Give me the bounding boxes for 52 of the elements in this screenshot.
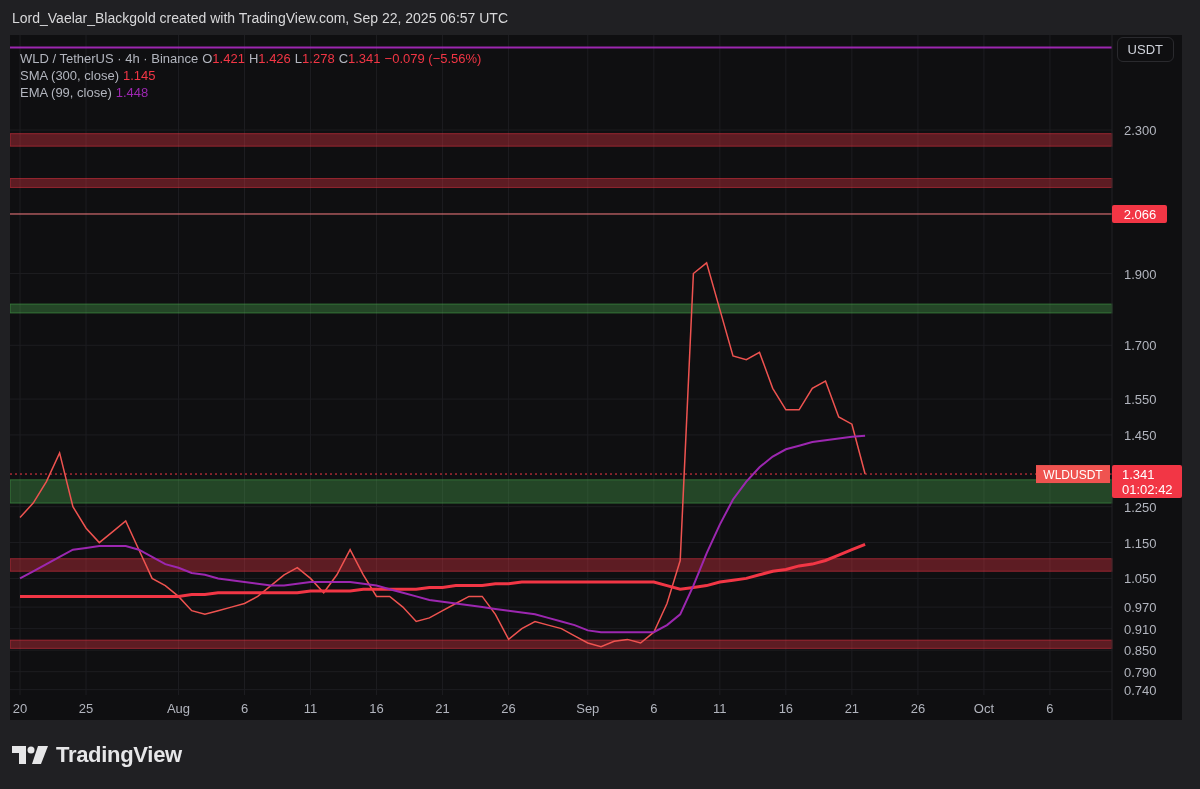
axis-label: Sep bbox=[576, 701, 600, 716]
currency-button[interactable]: USDT bbox=[1116, 37, 1174, 62]
axis-label: Aug bbox=[166, 701, 191, 716]
axis-label: 1.150 bbox=[1124, 535, 1157, 551]
axis-label: 1.450 bbox=[1124, 427, 1157, 443]
price-label: 2.066 bbox=[1112, 205, 1167, 223]
axis-label: 1.900 bbox=[1124, 266, 1157, 282]
axis-label: 6 bbox=[1046, 701, 1054, 716]
axis-label: 0.910 bbox=[1124, 621, 1157, 637]
axis-label: 20 bbox=[12, 701, 28, 716]
logo-icon bbox=[12, 745, 48, 764]
axis-label: 0.850 bbox=[1124, 643, 1157, 659]
ohlc-key: O bbox=[202, 51, 213, 67]
axis-label: 21 bbox=[435, 701, 450, 716]
ohlc-value: 1.341 bbox=[348, 51, 381, 67]
axis-label: 6 bbox=[240, 701, 249, 716]
chart-caption: Lord_Vaelar_Blackgold created with TradingView.com, Sep 22, 2025 06:57 UTC bbox=[12, 9, 508, 26]
ohlc-value: 1.421 bbox=[212, 51, 245, 67]
ohlc-key: C bbox=[338, 51, 348, 67]
axis-label: 11 bbox=[713, 701, 727, 716]
ohlc-value: 1.426 bbox=[258, 51, 291, 67]
axis-label: 16 bbox=[369, 701, 384, 716]
axis-label: 1.550 bbox=[1124, 392, 1157, 408]
axis-label: 0.970 bbox=[1124, 600, 1157, 616]
axis-label: 1.050 bbox=[1124, 571, 1157, 587]
axis-label: 26 bbox=[501, 701, 516, 716]
axis-label: 1.700 bbox=[1124, 338, 1157, 354]
ref-line-label: 1.341 bbox=[1122, 467, 1155, 483]
axis-label: 6 bbox=[650, 701, 658, 716]
symbol-label: WLDUSDT bbox=[1036, 465, 1110, 484]
axis-label: 2.300 bbox=[1124, 123, 1157, 139]
brand-name: TradingView bbox=[56, 741, 182, 768]
ohlc-key: H bbox=[248, 51, 259, 67]
axis-label: 16 bbox=[778, 701, 794, 716]
ohlc-value: 1.278 bbox=[302, 51, 335, 67]
ref-line-label: 2.066 bbox=[1123, 206, 1157, 222]
axis-label: 26 bbox=[910, 701, 926, 716]
indicator-value: 1.448 bbox=[115, 85, 149, 101]
axis-label: 0.790 bbox=[1124, 664, 1157, 680]
indicator-name: SMA (300, close) bbox=[20, 68, 119, 84]
indicator-name: EMA (99, close) bbox=[20, 85, 112, 101]
axis-label: 21 bbox=[844, 701, 860, 716]
indicator-value: 1.145 bbox=[123, 68, 156, 84]
axis-label: Oct bbox=[973, 701, 995, 716]
price-change: −0.079 (−5.56%) bbox=[384, 51, 482, 67]
last-price-label: 1.341 01:02:42 bbox=[1112, 465, 1182, 499]
axis-label: 0.740 bbox=[1124, 682, 1157, 698]
symbol-title: WLD / TetherUS · 4h · Binance bbox=[20, 51, 199, 67]
axis-label: 25 bbox=[78, 701, 94, 716]
axis-label: 11 bbox=[303, 701, 318, 716]
ohlc-key: L bbox=[294, 51, 303, 67]
axis-label: 1.250 bbox=[1124, 499, 1157, 515]
